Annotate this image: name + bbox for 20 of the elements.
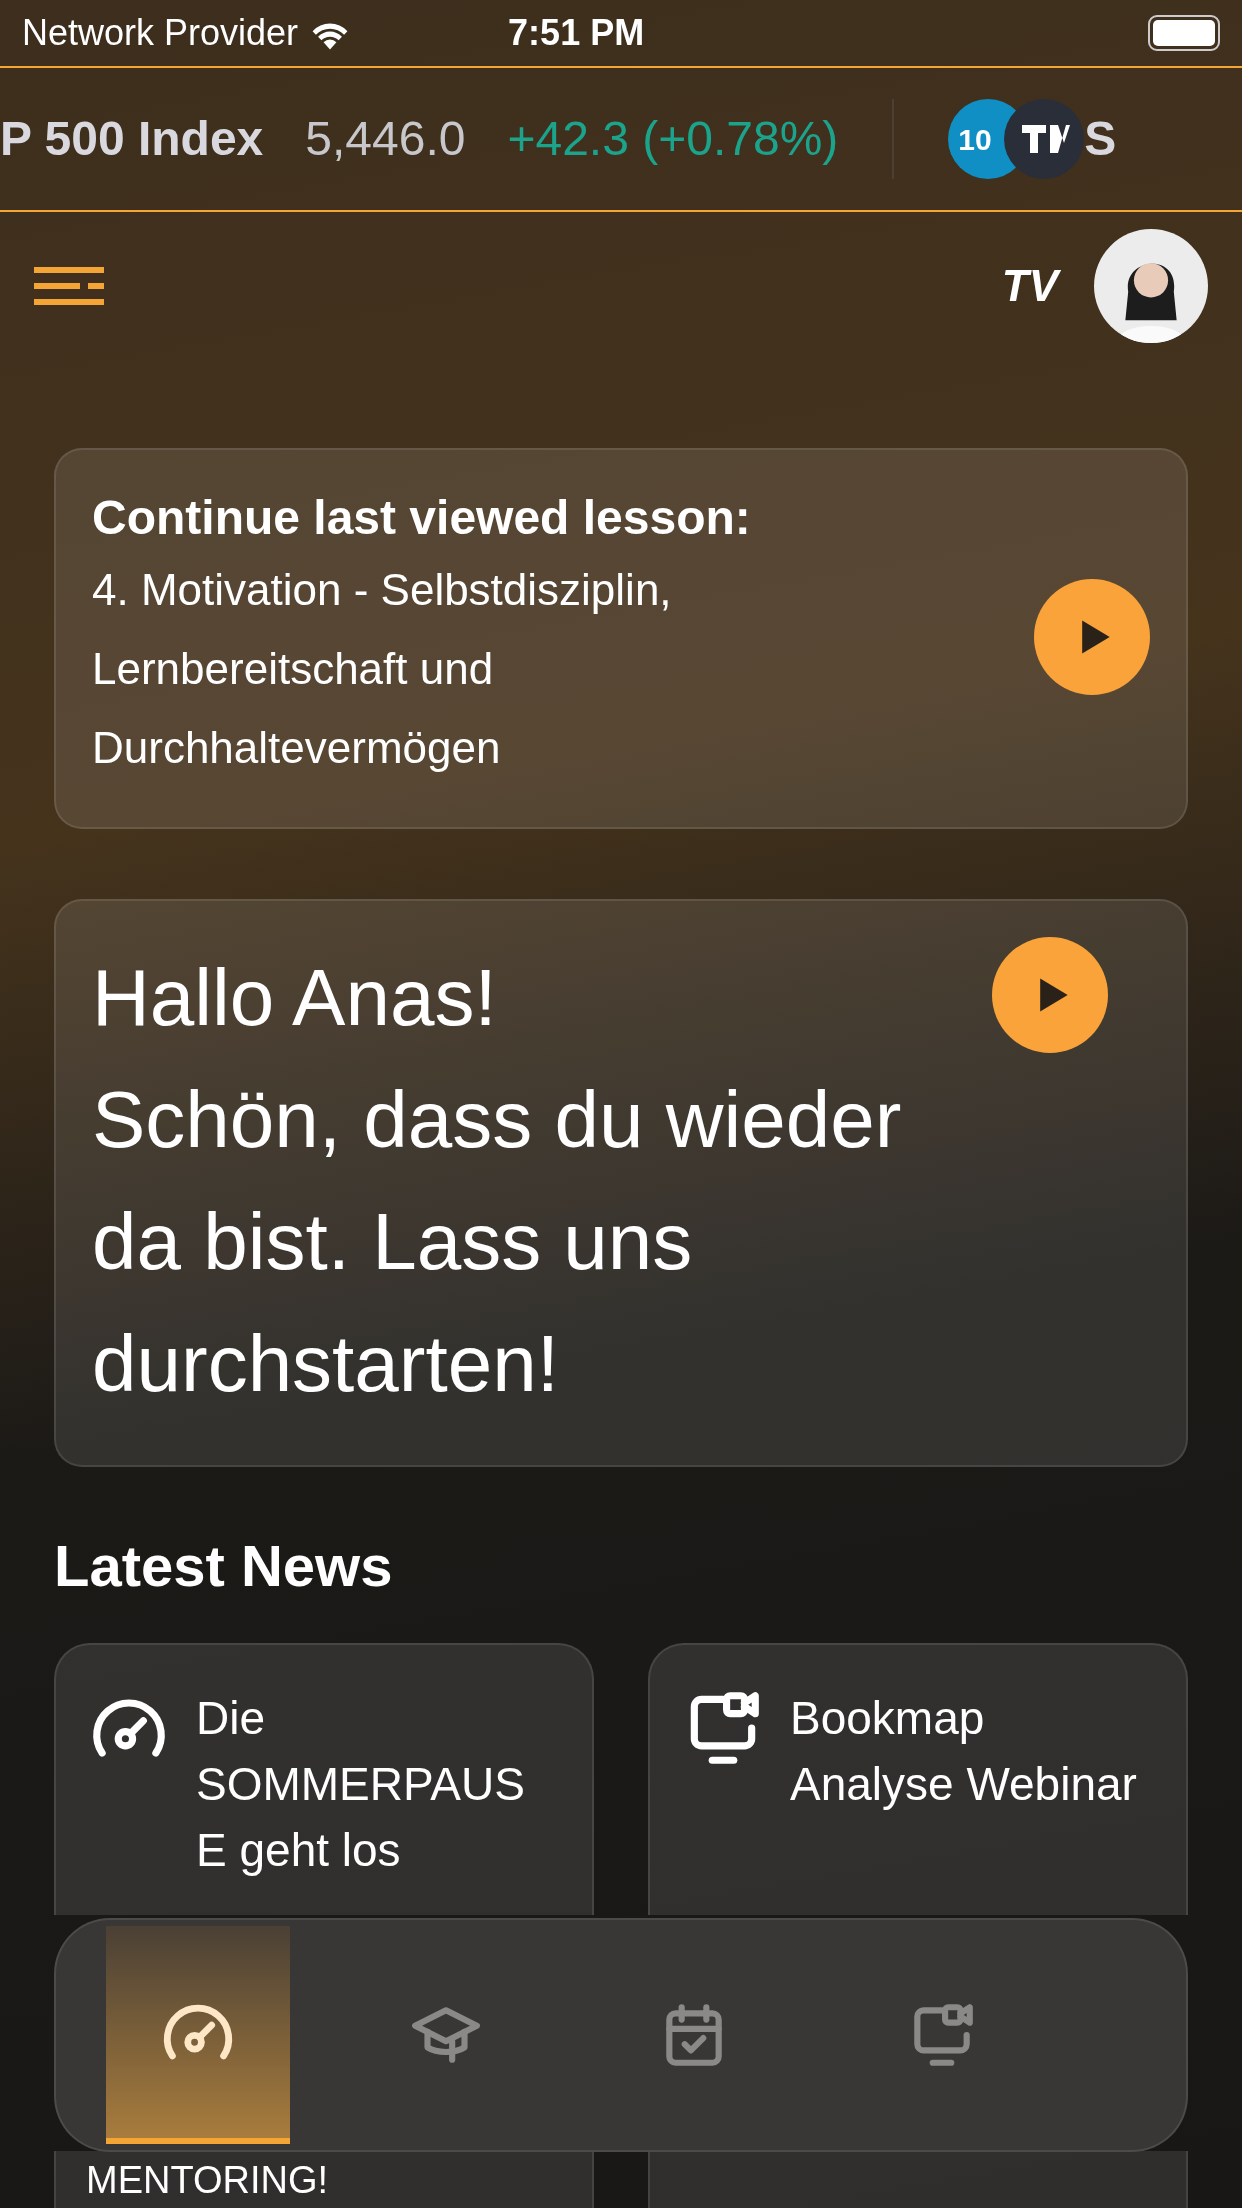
welcome-message: Hallo Anas! Schön, dass du wieder da bist. Lass uns durchstarten! xyxy=(92,952,903,1410)
news-card[interactable]: Die SOMMERPAUSE geht los xyxy=(54,1643,594,1915)
battery-icon xyxy=(1148,15,1220,51)
ticker-symbol: P 500 Index xyxy=(0,111,264,167)
news-text: MENTORING! xyxy=(86,2158,330,2203)
news-title: Die SOMMERPAUSE geht los xyxy=(196,1691,526,1878)
card-title: Continue last viewed lesson: xyxy=(92,490,752,546)
section-title: Latest News xyxy=(53,1532,394,1600)
menu-button[interactable] xyxy=(34,267,104,305)
ticker-symbol: S xyxy=(1084,111,1117,167)
news-card[interactable]: Bookmap Analyse Webinar xyxy=(648,1643,1188,1915)
ticker-change: +42.3 (+0.78%) xyxy=(507,111,839,167)
news-title: Bookmap Analyse Webinar xyxy=(790,1691,1138,1812)
carrier-name: Network Provider xyxy=(22,11,299,55)
continue-lesson-card[interactable]: Continue last viewed lesson: 4. Motivation - Selbstdisziplin, Lernbereitschaft und Durchhaltevermögen xyxy=(54,448,1188,829)
clock-time: 7:51 PM xyxy=(508,11,645,55)
tab[interactable] xyxy=(106,1926,290,2144)
lesson-title: 4. Motivation - Selbstdisziplin, Lernbereitschaft und Durchhaltevermögen xyxy=(92,564,673,774)
ticker-price: 5,446.0 xyxy=(305,111,466,167)
chart-logo-icon xyxy=(1004,99,1085,179)
